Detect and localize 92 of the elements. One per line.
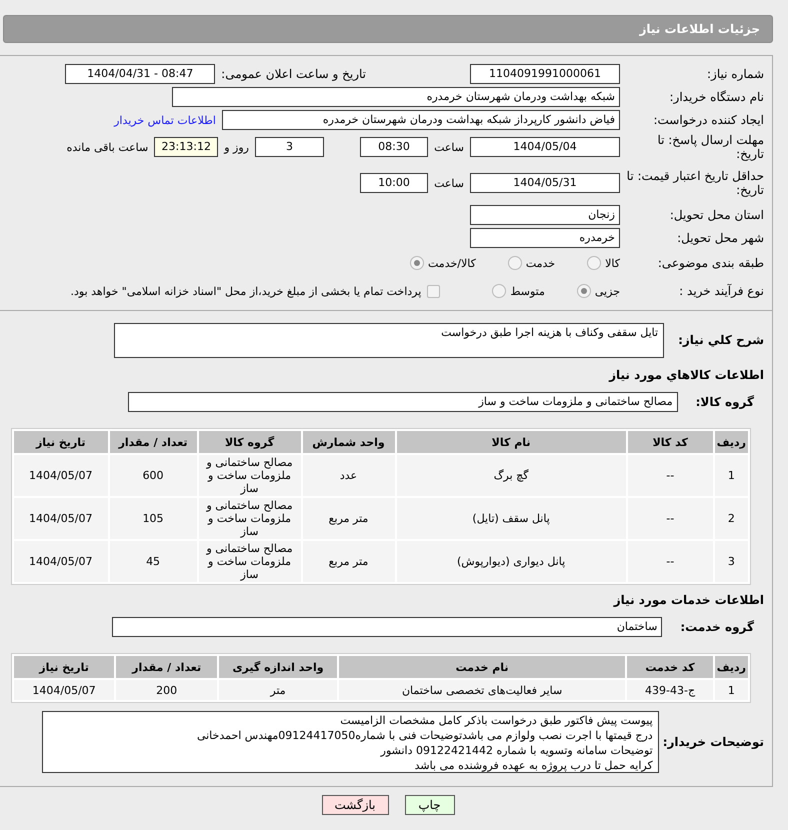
table-cell: مصالح ساختمانی و ملزومات ساخت و ساز (198, 498, 300, 539)
table-cell: مصالح ساختمانی و ملزومات ساخت و ساز (198, 455, 300, 496)
table-cell: سایر فعالیت‌های تخصصی ساختمان (338, 680, 626, 700)
group-field: مصالح ساختمانی و ملزومات ساخت و ساز (128, 392, 678, 412)
option-label: کالا (605, 256, 620, 270)
field-label: ایجاد کننده درخواست: (652, 113, 764, 127)
field-label: شماره نیاز: (706, 67, 764, 81)
page-title: جزئیات اطلاعات نیاز (3, 15, 773, 43)
days-field: 3 (255, 137, 324, 157)
table-cell: -- (628, 498, 713, 539)
table-cell: 105 (110, 498, 197, 539)
buyer-notes-field: پیوست پیش فاکتور طبق درخواست باذکر کامل مشخصات الزامیست درج قیمتها با اجرت نصب ولوازم می باشدتوضیحات فنی با شماره09124417050مهندس احمدخانی توضیحات سامانه وتسویه با شماره 09122421442 دانشور کرایه حمل تا درب پروژه به عهده فروشنده می باشد (42, 711, 659, 773)
payment-note: پرداخت تمام یا بخشی از مبلغ خرید،از محل "اسناد خزانه اسلامی" خواهد بود. (70, 284, 422, 298)
table-cell: پانل سقف (تایل) (396, 498, 626, 539)
table-cell: مصالح ساختمانی و ملزومات ساخت و ساز (198, 541, 300, 582)
remaining-time-field: 23:13:12 (154, 137, 218, 157)
province-field: زنجان (470, 205, 620, 225)
days-label: روز و (224, 140, 249, 154)
radio-button[interactable] (587, 256, 602, 270)
column-header: تعداد / مقدار (110, 431, 197, 453)
table-cell: 1404/05/07 (14, 455, 108, 496)
table-cell: عدد (302, 455, 395, 496)
field-label: تاریخ و ساعت اعلان عمومی: (221, 67, 366, 81)
need-number-field: 1104091991000061 (470, 64, 620, 84)
table-cell: -- (628, 455, 713, 496)
validity-date-field: 1404/05/31 (470, 173, 620, 193)
table-cell: متر مربع (302, 498, 395, 539)
column-header: واحد اندازه گیری (219, 656, 337, 678)
table-cell: 1404/05/07 (14, 498, 108, 539)
table-cell: 200 (116, 680, 218, 700)
city-field: خرمدره (470, 228, 620, 248)
print-button[interactable]: چاپ (404, 795, 454, 815)
table-cell: 2 (714, 498, 748, 539)
table-cell: 1404/05/07 (14, 541, 108, 582)
field-label: نام دستگاه خریدار: (668, 90, 764, 104)
group-field: ساختمان (112, 617, 662, 637)
description-field: تایل سقفی وکناف با هزینه اجرا طبق درخواست (114, 323, 664, 358)
column-header: نام کالا (396, 431, 626, 453)
back-button[interactable]: بازگشت (322, 795, 388, 815)
table-cell: متر (219, 680, 337, 700)
radio-button[interactable] (576, 284, 591, 298)
column-header: ردیف (714, 656, 748, 678)
option-label: جزیی (594, 284, 620, 298)
field-label: شرح کلي نياز: (678, 333, 764, 347)
table-cell: 1404/05/07 (14, 680, 114, 700)
checkbox[interactable] (427, 284, 440, 298)
table-cell: 3 (714, 541, 748, 582)
section-title: اطلاعات خدمات مورد نیاز (612, 593, 764, 607)
table-cell: 1 (714, 455, 748, 496)
requester-field: فیاض دانشور کارپرداز شبکه بهداشت ودرمان شهرستان خرمدره (222, 110, 620, 130)
radio-button[interactable] (508, 256, 522, 270)
field-label: شهر محل تحویل: (676, 231, 764, 245)
time-label: ساعت (434, 140, 464, 154)
deadline-time-field: 08:30 (360, 137, 428, 157)
table-cell: 1 (714, 680, 748, 700)
remaining-label: ساعت باقی مانده (66, 140, 148, 154)
table-cell: متر مربع (302, 541, 395, 582)
table-cell: پانل دیواری (دیوارپوش) (396, 541, 626, 582)
table-cell: گچ برگ (396, 455, 626, 496)
column-header: ردیف (714, 431, 748, 453)
column-header: گروه کالا (198, 431, 300, 453)
radio-button[interactable] (492, 284, 506, 298)
option-label: کالا/خدمت (428, 256, 476, 270)
option-label: متوسط (510, 284, 545, 298)
column-header: واحد شمارش (302, 431, 395, 453)
column-header: تاریخ نیاز (14, 656, 114, 678)
field-label: حداقل تاریخ اعتبار قیمت: تا تاریخ: (626, 169, 764, 197)
section-title: اطلاعات کالاهاي مورد نياز (608, 368, 764, 382)
column-header: نام خدمت (338, 656, 626, 678)
field-label: مهلت ارسال پاسخ: تا تاریخ: (656, 133, 764, 161)
field-label: طبقه بندی موضوعی: (656, 256, 764, 270)
field-label: توضیحات خریدار: (662, 735, 764, 749)
column-header: کد خدمت (627, 656, 713, 678)
field-label: گروه کالا: (696, 395, 754, 409)
field-label: گروه خدمت: (680, 620, 754, 634)
field-label: استان محل تحویل: (668, 208, 764, 222)
column-header: تعداد / مقدار (116, 656, 218, 678)
column-header: کد کالا (628, 431, 713, 453)
radio-button[interactable] (410, 256, 424, 270)
table-cell: -- (628, 541, 713, 582)
deadline-date-field: 1404/05/04 (470, 137, 620, 157)
validity-time-field: 10:00 (360, 173, 428, 193)
table-cell: 600 (110, 455, 197, 496)
buyer-org-field: شبکه بهداشت ودرمان شهرستان خرمدره (172, 87, 620, 107)
column-header: تاریخ نیاز (14, 431, 108, 453)
time-label: ساعت (434, 176, 464, 190)
option-label: خدمت (526, 256, 556, 270)
field-label: نوع فرآیند خرید : (678, 284, 764, 298)
announce-date-field: 1404/04/31 - 08:47 (65, 64, 216, 84)
table-cell: 45 (110, 541, 197, 582)
contact-link[interactable]: اطلاعات تماس خریدار (114, 114, 216, 126)
table-cell: ج-43-439 (627, 680, 713, 700)
